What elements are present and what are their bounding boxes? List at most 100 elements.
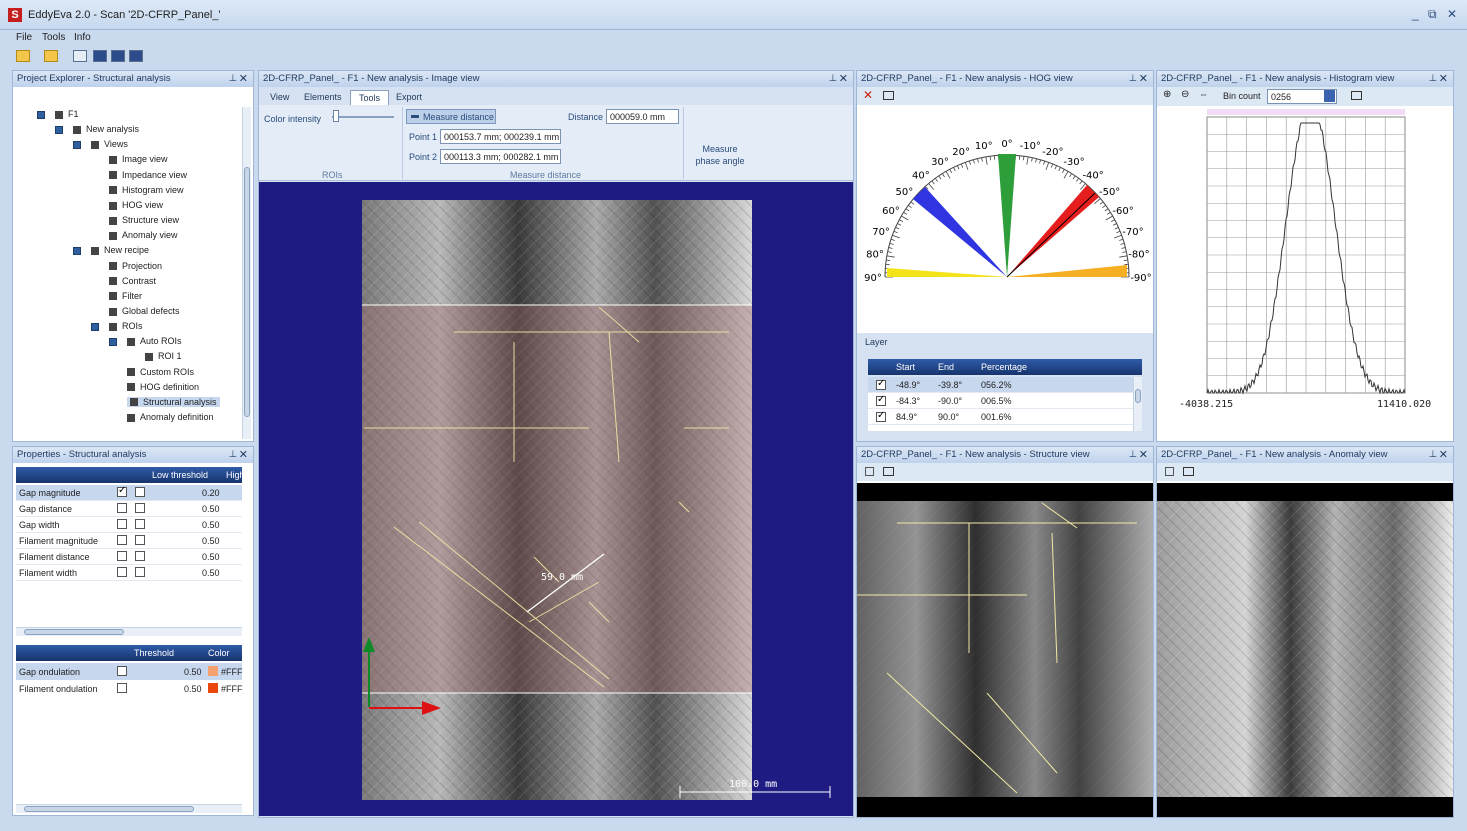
pin-icon[interactable]: ⊥ [229, 449, 237, 460]
tree-item[interactable]: New recipe [91, 245, 149, 255]
pin-icon[interactable]: ⊥ [1429, 73, 1437, 84]
low-threshold-value[interactable]: 0.50 [202, 552, 220, 562]
low-threshold-header[interactable]: Low threshold [152, 470, 208, 480]
export-image-icon[interactable] [883, 91, 894, 100]
layer-checkbox[interactable] [876, 378, 886, 390]
ondulation-threshold[interactable]: 0.50 [184, 667, 202, 677]
property-row[interactable]: Filament distance 0.50 [16, 549, 242, 565]
property-checkbox[interactable] [135, 503, 145, 513]
tree-item[interactable]: Histogram view [109, 185, 184, 195]
ondulation-row[interactable]: Filament ondulation 0.50 #FFF [16, 680, 243, 697]
layer-scrollbar[interactable] [1133, 377, 1142, 431]
pin-icon[interactable]: ⊥ [829, 73, 837, 84]
property-checkbox[interactable] [135, 519, 145, 529]
property-checkbox[interactable] [117, 567, 127, 577]
point1-field[interactable]: 000153.7 mm; 000239.1 mm [440, 129, 561, 144]
save-as-icon[interactable] [129, 50, 143, 62]
menu-file[interactable]: File [16, 32, 32, 43]
tree-scrollbar[interactable] [242, 107, 251, 439]
tree-item[interactable]: ROIs [109, 321, 143, 331]
image-canvas[interactable]: 59.0 mm 100.0 mm [259, 182, 853, 816]
layer-row[interactable]: -84.3° -90.0° 006.5% [868, 393, 1134, 409]
close-icon[interactable]: ✕ [839, 72, 848, 85]
tree-item[interactable]: Contrast [109, 276, 156, 286]
tree-item[interactable]: Structure view [109, 215, 179, 225]
property-checkbox[interactable] [117, 551, 127, 561]
scroll-thumb[interactable] [1135, 389, 1141, 403]
tree-scroll-thumb[interactable] [244, 167, 250, 417]
layer-checkbox[interactable] [876, 410, 886, 422]
save-icon[interactable] [93, 50, 107, 62]
tree-item[interactable]: Structural analysis [127, 396, 220, 407]
properties-hscrollbar[interactable] [16, 627, 242, 636]
export-image-icon[interactable] [1183, 467, 1194, 476]
low-threshold-value[interactable]: 0.50 [202, 568, 220, 578]
tree-item[interactable]: ROI 1 [145, 351, 182, 361]
delete-icon[interactable]: ✕ [863, 88, 873, 102]
property-checkbox[interactable] [117, 535, 127, 545]
open-folder-icon[interactable] [16, 50, 30, 62]
toggle-icon[interactable] [1165, 467, 1174, 476]
menu-tools[interactable]: Tools [42, 32, 65, 43]
property-row[interactable]: Filament width 0.50 [16, 565, 242, 581]
tree-expander-icon[interactable] [109, 338, 117, 347]
tab-tools[interactable]: Tools [350, 90, 390, 105]
color-swatch[interactable] [208, 683, 218, 693]
layer-row[interactable]: 84.9° 90.0° 001.6% [868, 409, 1134, 425]
zoom-fit-icon[interactable]: ⇔ [1199, 89, 1208, 99]
slider-thumb[interactable] [333, 110, 339, 122]
property-checkbox[interactable] [135, 551, 145, 561]
distance-field[interactable]: 000059.0 mm [606, 109, 679, 124]
toggle-icon[interactable] [865, 467, 874, 476]
ondulation-checkbox[interactable] [117, 666, 127, 676]
tab-export[interactable]: Export [388, 90, 430, 105]
property-checkbox[interactable] [135, 535, 145, 545]
tab-view[interactable]: View [262, 90, 297, 105]
property-row[interactable]: Gap width 0.50 [16, 517, 242, 533]
pin-icon[interactable]: ⊥ [1429, 449, 1437, 460]
property-checkbox[interactable] [135, 567, 145, 577]
restore-button[interactable]: ⧉ [1428, 7, 1437, 22]
point2-field[interactable]: 000113.3 mm; 000282.1 mm [440, 149, 561, 164]
measure-phase-angle-button[interactable]: Measure phase angle [690, 143, 750, 167]
tab-elements[interactable]: Elements [296, 90, 350, 105]
color-header[interactable]: Color [208, 648, 230, 658]
open-recent-icon[interactable] [44, 50, 58, 62]
tree-expander-icon[interactable] [55, 126, 63, 135]
tree-item[interactable]: Views [91, 139, 128, 149]
export-image-icon[interactable] [1351, 91, 1362, 100]
end-header[interactable]: End [938, 362, 954, 372]
close-icon[interactable]: ✕ [1439, 72, 1448, 85]
minimize-button[interactable]: _ [1412, 7, 1419, 21]
zoom-out-icon[interactable]: ⊖ [1181, 89, 1189, 100]
hscroll-thumb[interactable] [24, 806, 194, 812]
tree-item[interactable]: Anomaly definition [127, 412, 214, 422]
tree-item[interactable]: Image view [109, 154, 168, 164]
close-scan-icon[interactable] [73, 50, 87, 62]
measure-distance-button[interactable]: Measure distance [406, 109, 496, 124]
save-all-icon[interactable] [111, 50, 125, 62]
property-checkbox[interactable] [135, 487, 145, 497]
tree-expander-icon[interactable] [73, 247, 81, 256]
property-row[interactable]: Gap distance 0.50 [16, 501, 242, 517]
property-row[interactable]: Gap magnitude 0.20 [16, 485, 242, 501]
close-icon[interactable]: ✕ [239, 72, 248, 85]
high-threshold-header[interactable]: High [226, 470, 245, 480]
export-image-icon[interactable] [883, 467, 894, 476]
tree-expander-icon[interactable] [91, 323, 99, 332]
start-header[interactable]: Start [896, 362, 915, 372]
tree-item[interactable]: HOG view [109, 200, 163, 210]
close-icon[interactable]: ✕ [1139, 448, 1148, 461]
tree-item[interactable]: Impedance view [109, 170, 187, 180]
zoom-in-icon[interactable]: ⊕ [1163, 89, 1171, 100]
tree-expander-icon[interactable] [37, 111, 45, 119]
tree-item[interactable]: Auto ROIs [127, 336, 182, 346]
close-icon[interactable]: ✕ [239, 448, 248, 461]
close-icon[interactable]: ✕ [1439, 448, 1448, 461]
ondulation-row[interactable]: Gap ondulation 0.50 #FFF [16, 663, 243, 680]
tree-item[interactable]: Filter [109, 291, 142, 301]
pin-icon[interactable]: ⊥ [1129, 73, 1137, 84]
threshold-header[interactable]: Threshold [134, 648, 174, 658]
tree-item[interactable]: New analysis [73, 124, 139, 134]
property-row[interactable]: Filament magnitude 0.50 [16, 533, 242, 549]
